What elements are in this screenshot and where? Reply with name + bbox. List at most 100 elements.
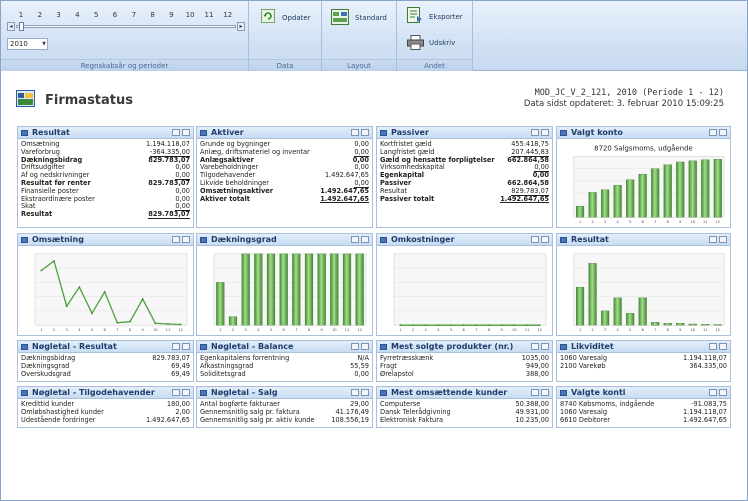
edit-icon[interactable]	[172, 389, 180, 396]
edit-icon[interactable]	[531, 129, 539, 136]
x-tick-label: 9	[321, 328, 323, 332]
x-tick-label: 4	[617, 328, 619, 332]
period-tick[interactable]: 2	[34, 11, 46, 19]
period-tick[interactable]: 8	[147, 11, 159, 19]
chart-svg: 1 2 3 4 5 6 7 8 9 10 11 12	[393, 253, 547, 332]
panel-passiver: Passiver Kortfristet gæld 455.418,75 Langf…	[376, 126, 553, 228]
panel-resultat-chart: Resultat 1 2 3 4 5 6 7 8 9 10 11 12	[556, 233, 731, 336]
edit-icon[interactable]	[531, 343, 539, 350]
bar	[588, 263, 597, 326]
panel-valgt-konto: Valgt konto 8720 Salgsmoms, udgående 1 2 3 4…	[556, 126, 731, 228]
edit-icon[interactable]	[709, 129, 717, 136]
x-tick-label: 11	[345, 328, 349, 332]
x-tick-label: 10	[512, 328, 516, 332]
edit-icon[interactable]	[709, 236, 717, 243]
period-tick[interactable]: 6	[109, 11, 121, 19]
chevron-down-icon: ▼	[42, 41, 46, 47]
slider-thumb[interactable]	[19, 22, 24, 31]
edit-icon[interactable]	[351, 236, 359, 243]
period-tick[interactable]: 9	[165, 11, 177, 19]
maximize-icon[interactable]	[182, 236, 190, 243]
panel-mest-solgte: Mest solgte produkter (nr.) Fyrretræsskæ…	[376, 340, 553, 382]
bar	[701, 159, 710, 218]
maximize-icon[interactable]	[719, 389, 727, 396]
other-group: Eksporter Udskriv Andet	[397, 1, 473, 71]
edit-icon[interactable]	[172, 236, 180, 243]
data-point	[500, 324, 503, 327]
period-slider[interactable]: ◂ ▸	[7, 22, 245, 31]
slider-track[interactable]	[16, 25, 236, 28]
edit-icon[interactable]	[709, 343, 717, 350]
update-button[interactable]: Opdater	[261, 9, 317, 25]
maximize-icon[interactable]	[361, 236, 369, 243]
period-tick[interactable]: 3	[53, 11, 65, 19]
edit-icon[interactable]	[531, 389, 539, 396]
data-point	[129, 320, 131, 323]
maximize-icon[interactable]	[541, 389, 549, 396]
maximize-icon[interactable]	[541, 343, 549, 350]
panel-header: Mest omsættende kunder	[377, 387, 552, 399]
panel-likviditet: Likviditet 1060 Varesalg 1.194.118,07 2100…	[556, 340, 731, 382]
edit-icon[interactable]	[172, 129, 180, 136]
panel-title: Valgt konto	[571, 128, 623, 137]
period-tick[interactable]: 11	[203, 11, 215, 19]
panel-title: Mest solgte produkter (nr.)	[391, 342, 514, 351]
data-point	[488, 324, 490, 327]
edit-icon[interactable]	[172, 343, 180, 350]
table-body: Computerse 50.388,00 Dansk Telerådgivning 4…	[377, 399, 552, 424]
maximize-icon[interactable]	[541, 236, 549, 243]
table-row: Udestående fordringer 1.492.647,65	[21, 415, 190, 425]
edit-icon[interactable]	[351, 129, 359, 136]
slider-left-arrow[interactable]: ◂	[7, 22, 15, 31]
maximize-icon[interactable]	[719, 236, 727, 243]
x-tick-label: 4	[257, 328, 259, 332]
print-button[interactable]: Udskriv	[407, 35, 469, 53]
standard-button[interactable]: Standard	[331, 9, 393, 27]
panel-header: Valgt konto	[557, 127, 730, 139]
x-tick-label: 1	[399, 328, 401, 332]
maximize-icon[interactable]	[361, 389, 369, 396]
slider-right-arrow[interactable]: ▸	[237, 22, 245, 31]
row-value: 1.492.647,65	[145, 415, 190, 424]
export-button[interactable]: Eksporter	[407, 7, 469, 25]
maximize-icon[interactable]	[361, 129, 369, 136]
bar	[279, 253, 288, 326]
maximize-icon[interactable]	[361, 343, 369, 350]
period-tick[interactable]: 12	[222, 11, 234, 19]
maximize-icon[interactable]	[182, 389, 190, 396]
x-tick-label: 9	[501, 328, 503, 332]
row-label: Gennemsnitlig salg pr. aktiv kunde	[200, 415, 315, 424]
maximize-icon[interactable]	[182, 129, 190, 136]
x-tick-label: 11	[166, 328, 170, 332]
table-row: Ørelapstol 388,00	[380, 370, 549, 379]
year-select[interactable]: 2010 ▼	[7, 38, 48, 50]
edit-icon[interactable]	[709, 389, 717, 396]
table-body: 8740 Købsmoms, indgående -91.083,75 1060 V…	[557, 399, 730, 424]
refresh-icon	[261, 9, 275, 23]
period-tick[interactable]: 5	[90, 11, 102, 19]
data-point	[91, 312, 93, 315]
edit-icon[interactable]	[351, 343, 359, 350]
maximize-icon[interactable]	[182, 343, 190, 350]
x-tick-label: 10	[332, 328, 336, 332]
x-tick-label: 10	[153, 328, 157, 332]
x-tick-label: 6	[642, 328, 644, 332]
data-group: Opdater Data	[249, 1, 322, 71]
period-tick[interactable]: 7	[128, 11, 140, 19]
table-body: Fyrretræsskænk 1035,00 Fragt 949,00 Ørelapst…	[377, 353, 552, 378]
period-tick[interactable]: 1	[15, 11, 27, 19]
edit-icon[interactable]	[531, 236, 539, 243]
bar	[626, 313, 635, 326]
maximize-icon[interactable]	[541, 129, 549, 136]
period-tick[interactable]: 10	[184, 11, 196, 19]
bar	[713, 324, 722, 326]
maximize-icon[interactable]	[719, 129, 727, 136]
edit-icon[interactable]	[351, 389, 359, 396]
x-tick-label: 7	[116, 328, 118, 332]
maximize-icon[interactable]	[719, 343, 727, 350]
table-body: Egenkapitalens forrentning N/A Afkastnings…	[197, 353, 372, 378]
period-tick[interactable]: 4	[71, 11, 83, 19]
x-tick-label: 12	[357, 328, 361, 332]
data-point	[116, 321, 119, 324]
x-tick-label: 3	[425, 328, 427, 332]
